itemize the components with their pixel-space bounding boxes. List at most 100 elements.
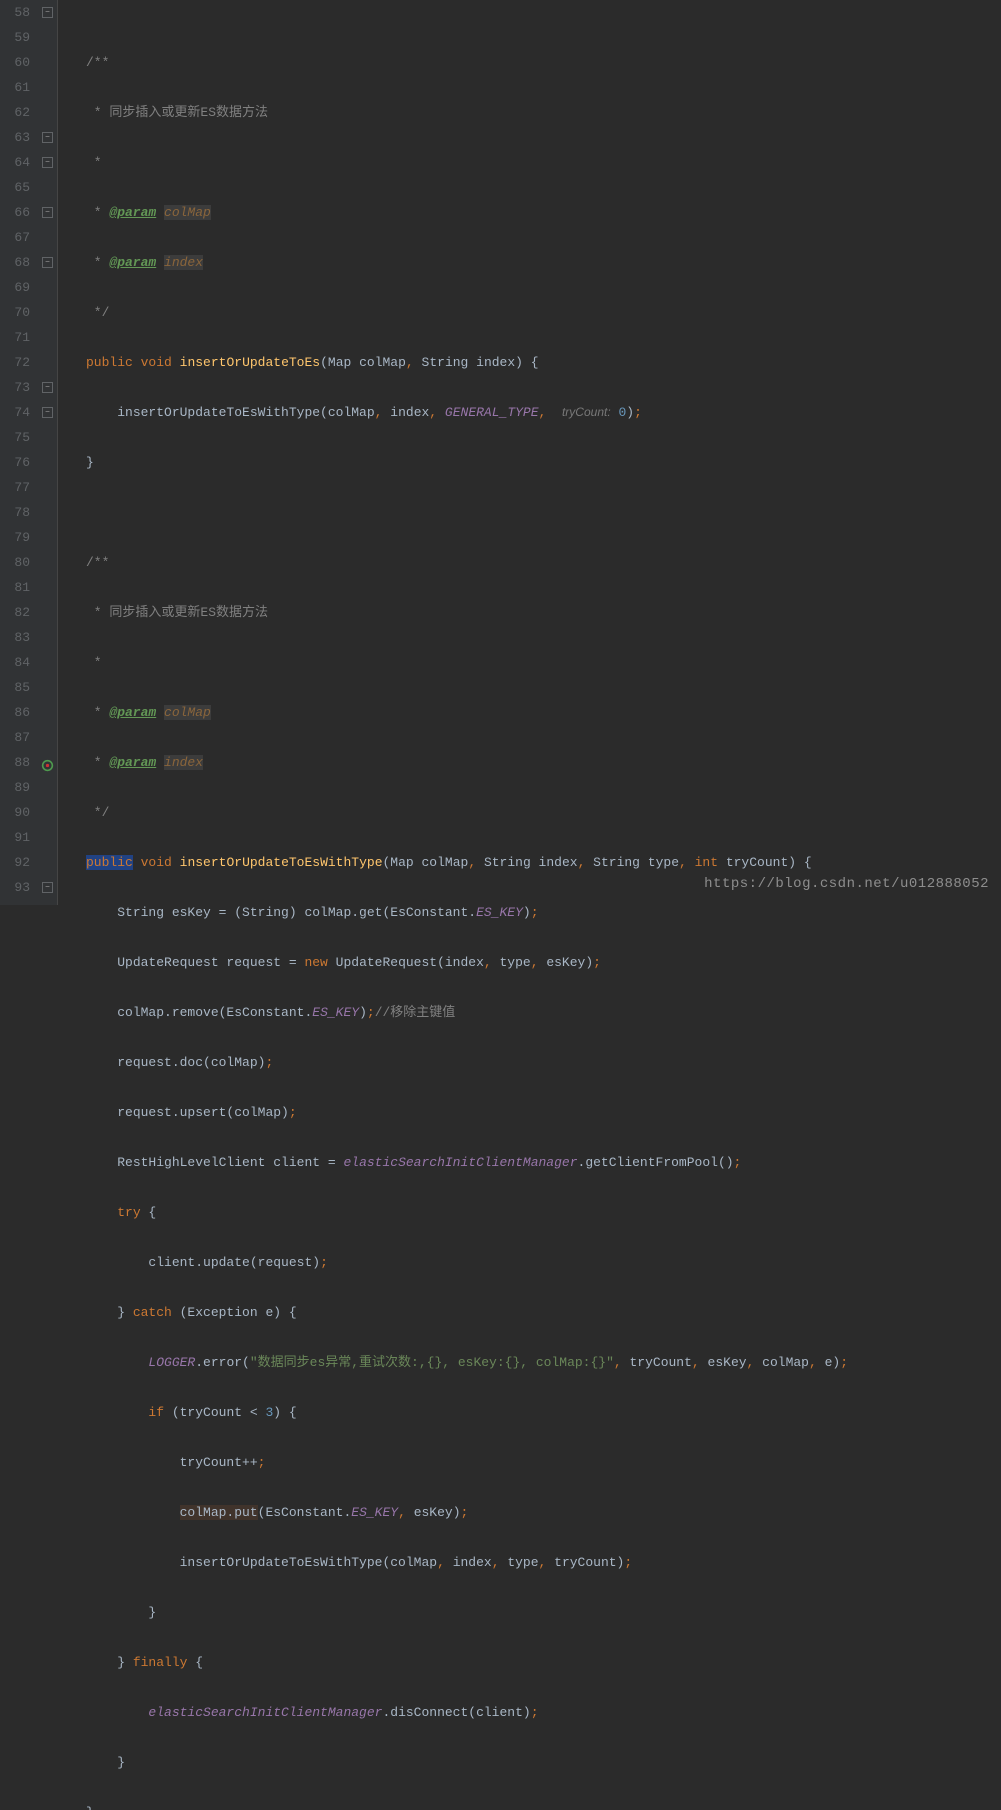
param-tag: @param <box>109 205 156 220</box>
line-number: 69 <box>4 275 30 300</box>
code-editor[interactable]: 5859606162636465666768697071727374757677… <box>0 0 1001 905</box>
const-ref: ES_KEY <box>351 1505 398 1520</box>
line-number: 68 <box>4 250 30 275</box>
comment-star: * <box>86 655 102 670</box>
line-number: 72 <box>4 350 30 375</box>
line-number: 81 <box>4 575 30 600</box>
kw-finally: finally <box>133 1655 188 1670</box>
sig: String index) <box>414 355 523 370</box>
kw-void: void <box>141 855 172 870</box>
kw-public: public <box>86 355 133 370</box>
param-tag: @param <box>109 255 156 270</box>
fold-column: − − − − − − − − <box>38 0 58 905</box>
method-name: insertOrUpdateToEsWithType <box>180 855 383 870</box>
comment-open: /** <box>86 555 109 570</box>
stmt: UpdateRequest request = <box>117 955 304 970</box>
brace: } <box>148 1605 156 1620</box>
brace-close: } <box>86 1805 94 1810</box>
comment-desc: * 同步插入或更新ES数据方法 <box>86 105 268 120</box>
param-tag: @param <box>109 705 156 720</box>
inline-hint: tryCount: <box>562 405 611 419</box>
fold-open-icon[interactable]: − <box>42 407 53 418</box>
kw-if: if <box>148 1405 164 1420</box>
kw-int: int <box>695 855 718 870</box>
param-name: index <box>164 755 203 770</box>
line-number: 84 <box>4 650 30 675</box>
call: insertOrUpdateToEsWithType(colMap <box>117 405 374 420</box>
line-number: 71 <box>4 325 30 350</box>
param-name: index <box>164 255 203 270</box>
fold-open-icon[interactable]: − <box>42 7 53 18</box>
stmt-hl: colMap.put <box>180 1505 258 1520</box>
line-number-gutter: 5859606162636465666768697071727374757677… <box>0 0 38 905</box>
num-three: 3 <box>265 1405 273 1420</box>
line-number: 80 <box>4 550 30 575</box>
inline-comment: //移除主键值 <box>375 1005 456 1020</box>
line-number: 62 <box>4 100 30 125</box>
kw-void: void <box>141 355 172 370</box>
line-number: 88 <box>4 750 30 775</box>
stmt: request.upsert(colMap) <box>117 1105 289 1120</box>
stmt: tryCount++ <box>180 1455 258 1470</box>
fold-close-icon[interactable]: − <box>42 882 53 893</box>
line-number: 63 <box>4 125 30 150</box>
line-number: 90 <box>4 800 30 825</box>
watermark-url: https://blog.csdn.net/u012888052 <box>704 872 989 897</box>
comment-star: * <box>86 755 109 770</box>
kw-catch: catch <box>133 1305 172 1320</box>
kw-public: public <box>86 855 133 870</box>
string-lit: "数据同步es异常,重试次数:,{}, esKey:{}, colMap:{}" <box>250 1355 614 1370</box>
fold-close-icon[interactable]: − <box>42 382 53 393</box>
param-name: colMap <box>164 705 211 720</box>
stmt: insertOrUpdateToEsWithType(colMap <box>180 1555 437 1570</box>
line-number: 64 <box>4 150 30 175</box>
stmt: request.doc(colMap) <box>117 1055 265 1070</box>
comment-open: /** <box>86 55 109 70</box>
line-number: 85 <box>4 675 30 700</box>
method-name: insertOrUpdateToEs <box>180 355 320 370</box>
field-ref: elasticSearchInitClientManager <box>343 1155 577 1170</box>
fold-close-icon[interactable]: − <box>42 207 53 218</box>
comment-star: * <box>86 705 109 720</box>
line-number: 60 <box>4 50 30 75</box>
stmt: client.update(request) <box>148 1255 320 1270</box>
comment-star: * <box>86 205 109 220</box>
stmt: String esKey = (String) colMap.get(EsCon… <box>117 905 476 920</box>
brace: } <box>117 1755 125 1770</box>
brace-close: } <box>86 455 94 470</box>
stmt: colMap.remove(EsConstant. <box>117 1005 312 1020</box>
line-number: 78 <box>4 500 30 525</box>
code-area[interactable]: /** * 同步插入或更新ES数据方法 * * @param colMap * … <box>58 0 1001 905</box>
comment-close: */ <box>86 305 109 320</box>
line-number: 58 <box>4 0 30 25</box>
param-name: colMap <box>164 205 211 220</box>
line-number: 70 <box>4 300 30 325</box>
fold-open-icon[interactable]: − <box>42 257 53 268</box>
const-ref: ES_KEY <box>312 1005 359 1020</box>
line-number: 83 <box>4 625 30 650</box>
sig: (Map colMap <box>320 355 406 370</box>
line-number: 79 <box>4 525 30 550</box>
line-number: 65 <box>4 175 30 200</box>
line-number: 93 <box>4 875 30 900</box>
line-number: 91 <box>4 825 30 850</box>
fold-close-icon[interactable]: − <box>42 132 53 143</box>
line-number: 67 <box>4 225 30 250</box>
logger-ref: LOGGER <box>148 1355 195 1370</box>
field-ref: elasticSearchInitClientManager <box>148 1705 382 1720</box>
kw-new: new <box>304 955 327 970</box>
comment-desc: * 同步插入或更新ES数据方法 <box>86 605 268 620</box>
const-ref: GENERAL_TYPE <box>445 405 539 420</box>
line-number: 75 <box>4 425 30 450</box>
comment-close: */ <box>86 805 109 820</box>
param-tag: @param <box>109 755 156 770</box>
stmt: RestHighLevelClient client = <box>117 1155 343 1170</box>
line-number: 73 <box>4 375 30 400</box>
sig: (Map colMap <box>383 855 469 870</box>
line-number: 76 <box>4 450 30 475</box>
line-number: 77 <box>4 475 30 500</box>
line-number: 89 <box>4 775 30 800</box>
fold-open-icon[interactable]: − <box>42 157 53 168</box>
const-ref: ES_KEY <box>476 905 523 920</box>
line-number: 87 <box>4 725 30 750</box>
